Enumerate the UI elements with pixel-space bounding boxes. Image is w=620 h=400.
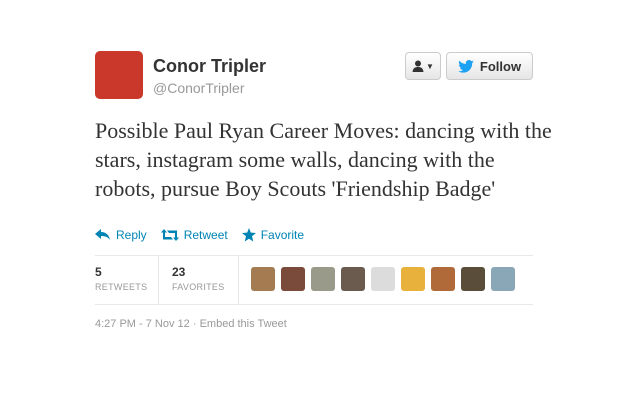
favorites-stat[interactable]: 23 FAVORITES	[159, 256, 239, 304]
tweet-text: Possible Paul Ryan Career Moves: dancing…	[95, 118, 552, 201]
favoriter-avatar[interactable]	[251, 267, 275, 291]
retweets-stat[interactable]: 5 RETWEETS	[95, 256, 159, 304]
tweet-actions: Reply Retweet Favorite	[95, 228, 304, 242]
follow-label: Follow	[479, 58, 522, 74]
favorite-action[interactable]: Favorite	[241, 228, 305, 242]
favoriter-avatar[interactable]	[341, 267, 365, 291]
author-handle[interactable]: @ConorTripler	[153, 80, 245, 96]
favoriter-avatar[interactable]	[431, 267, 455, 291]
favoriter-avatar[interactable]	[401, 267, 425, 291]
retweets-label: RETWEETS	[95, 282, 148, 292]
favoriter-avatar[interactable]	[461, 267, 485, 291]
user-icon	[412, 60, 424, 72]
favoriter-avatar[interactable]	[311, 267, 335, 291]
tweet-stats: 5 RETWEETS 23 FAVORITES	[95, 255, 533, 305]
author-name[interactable]: Conor Tripler	[153, 56, 266, 77]
tweet-timestamp[interactable]: 4:27 PM - 7 Nov 12	[95, 318, 190, 330]
retweet-icon	[160, 229, 179, 241]
favorites-count: 23	[172, 265, 186, 279]
retweet-label: Retweet	[183, 228, 228, 242]
favoriter-avatar[interactable]	[491, 267, 515, 291]
star-icon	[241, 228, 256, 242]
reply-icon	[95, 229, 110, 240]
retweets-count: 5	[95, 265, 102, 279]
favoriter-facepile	[251, 267, 515, 291]
reply-action[interactable]: Reply	[95, 228, 147, 242]
meta-separator: ·	[192, 318, 197, 330]
reply-label: Reply	[116, 228, 147, 242]
user-actions-button[interactable]: ▼	[405, 52, 441, 80]
embed-tweet-link[interactable]: Embed this Tweet	[200, 318, 287, 330]
tweet-meta: 4:27 PM - 7 Nov 12 · Embed this Tweet	[95, 318, 287, 330]
favorites-label: FAVORITES	[172, 282, 225, 292]
favoriter-avatar[interactable]	[281, 267, 305, 291]
author-avatar[interactable]	[95, 51, 143, 99]
chevron-down-icon: ▼	[426, 61, 434, 71]
favorite-label: Favorite	[260, 228, 305, 242]
retweet-action[interactable]: Retweet	[160, 228, 228, 242]
favoriter-avatar[interactable]	[371, 267, 395, 291]
follow-button[interactable]: Follow	[446, 52, 533, 80]
twitter-bird-icon	[458, 59, 474, 73]
